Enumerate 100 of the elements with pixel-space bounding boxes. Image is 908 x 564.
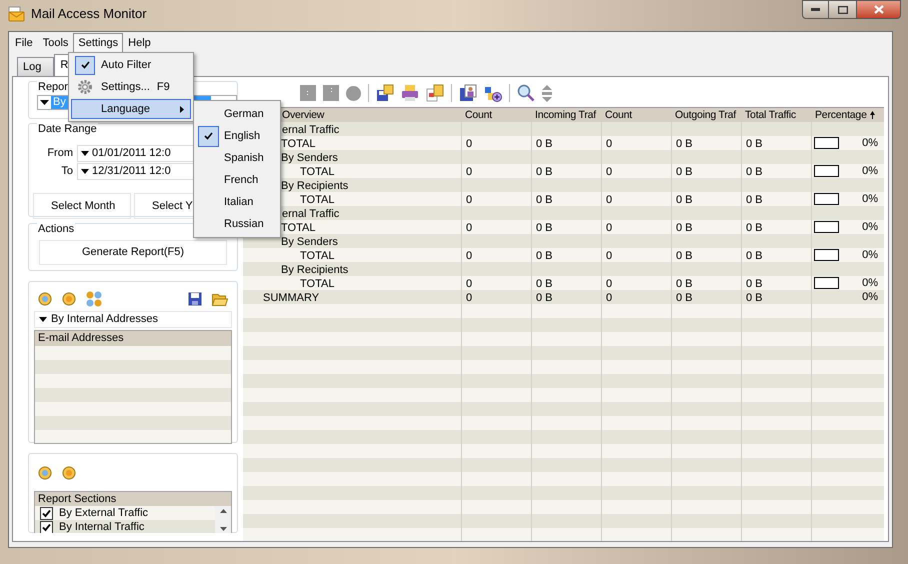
ring-icon[interactable]	[62, 292, 76, 306]
menu-entry[interactable]: Settings... F9	[71, 77, 191, 97]
printer-icon[interactable]	[401, 84, 419, 102]
circle-icon[interactable]	[346, 86, 361, 100]
table-cell: 0 B	[676, 194, 693, 206]
table-cell: 0 B	[746, 278, 763, 290]
column-header[interactable]: Count	[462, 108, 532, 122]
column-header[interactable]: Percentage	[812, 108, 884, 122]
menu-entry[interactable]: English	[196, 125, 278, 147]
table-cell: 0 B	[676, 292, 693, 304]
table-cell: 0%	[862, 192, 878, 206]
generate-report-button[interactable]: Generate Report(F5)	[39, 240, 227, 265]
group-label: Repor	[37, 80, 69, 94]
menu-item[interactable]: Tools	[38, 33, 74, 53]
group-label: Date Range	[37, 122, 98, 136]
tree-item[interactable]: By Senders	[281, 151, 338, 165]
table-cell: 0 B	[536, 194, 553, 206]
table-cell: 0 B	[536, 292, 553, 304]
table-cell: 0 B	[676, 250, 693, 262]
table-cell: 0 B	[676, 222, 693, 234]
menu-label: French	[224, 172, 258, 188]
minimize-icon	[811, 8, 820, 11]
menu-item[interactable]: File	[10, 33, 38, 53]
user-floppy-icon[interactable]	[459, 84, 477, 102]
table-cell: 0	[466, 250, 472, 262]
tree-item[interactable]: TOTAL	[281, 221, 316, 235]
table-cell: 0 B	[746, 222, 763, 234]
tree-item[interactable]: TOTAL	[300, 277, 334, 291]
close-button[interactable]	[856, 0, 901, 19]
dropdown-icon	[40, 100, 49, 105]
dotted-square-icon[interactable]	[323, 85, 339, 101]
table-cell: 0%	[862, 136, 878, 150]
table-cell: 0 B	[746, 292, 763, 304]
tree-item[interactable]: SUMMARY	[263, 291, 320, 305]
table-cell: 0 B	[536, 278, 553, 290]
column-header[interactable]: Count	[602, 108, 672, 122]
menu-label: Russian	[224, 216, 264, 232]
table-cell: 0 B	[536, 222, 553, 234]
table-cell: 0	[606, 166, 612, 178]
window-title: Mail Access Monitor	[31, 6, 147, 22]
menu-entry[interactable]: Language	[71, 99, 191, 119]
table-cell: 0	[466, 292, 472, 304]
tree-item[interactable]: ernal Traffic	[282, 123, 340, 137]
tree-item[interactable]: By Recipients	[281, 179, 348, 193]
tree-item[interactable]: By Recipients	[281, 263, 348, 277]
table-cell: 0	[606, 194, 612, 206]
scroll-down-icon[interactable]	[220, 527, 226, 531]
section-label: By External Traffic	[59, 506, 148, 520]
dropdown-icon	[81, 168, 89, 174]
minimize-button[interactable]	[802, 0, 829, 19]
add-icon[interactable]	[484, 84, 502, 102]
table-cell: 0 B	[676, 278, 693, 290]
ring-icon[interactable]	[62, 466, 76, 480]
tree-item[interactable]: TOTAL	[300, 165, 334, 179]
sort-arrows-icon[interactable]	[542, 84, 552, 102]
select-button[interactable]: Select Month	[33, 193, 131, 219]
table-cell: 0%	[862, 248, 878, 262]
tree-item[interactable]: By Senders	[281, 235, 338, 249]
menu-label: Settings...	[101, 80, 150, 95]
ring-icon[interactable]	[38, 466, 52, 480]
scrollbar[interactable]	[215, 506, 231, 533]
menu-label: Auto Filter	[101, 58, 152, 73]
save-icon[interactable]	[188, 292, 202, 306]
menu-label: Spanish	[224, 150, 264, 166]
ring-icon[interactable]	[38, 292, 52, 306]
tree-item[interactable]: TOTAL	[300, 193, 334, 207]
tree-item[interactable]: TOTAL	[281, 137, 316, 151]
table-cell: 0 B	[536, 138, 553, 150]
address-filter-combo[interactable]: By Internal Addresses	[34, 311, 232, 328]
document-icon[interactable]	[426, 84, 444, 102]
column-header[interactable]: Outgoing Traf	[672, 108, 742, 122]
column-header: E-mail Addresses	[35, 331, 231, 346]
column-header: Report Sections	[35, 492, 231, 506]
maximize-icon	[838, 6, 848, 14]
table-cell: 0	[466, 138, 472, 150]
folder-icon[interactable]	[212, 292, 228, 306]
scroll-up-icon[interactable]	[220, 509, 226, 513]
column-header[interactable]: Incoming Traf	[532, 108, 602, 122]
menu-label: English	[224, 128, 260, 144]
table-cell: 0 B	[536, 166, 553, 178]
checkbox[interactable]	[40, 506, 53, 520]
column-header[interactable]: Total Traffic	[742, 108, 812, 122]
table-cell: 0%	[862, 164, 878, 178]
tree-item[interactable]: ernal Traffic	[282, 207, 340, 221]
menu-entry[interactable]: Auto Filter	[71, 55, 191, 75]
search-icon[interactable]	[517, 84, 535, 102]
menu-item[interactable]: Settings	[73, 33, 124, 53]
floppy-note-icon[interactable]	[376, 84, 394, 102]
tree-item[interactable]: TOTAL	[300, 249, 334, 263]
table-cell: 0%	[862, 276, 878, 290]
dotted-square-icon[interactable]	[300, 85, 316, 101]
maximize-button[interactable]	[829, 0, 856, 19]
table-cell: 0 B	[676, 166, 693, 178]
dropdown-icon	[81, 150, 89, 156]
table-cell: 0%	[862, 220, 878, 234]
checkbox[interactable]	[40, 520, 53, 533]
menu-item[interactable]: Help	[123, 33, 156, 53]
table-cell: 0 B	[746, 166, 763, 178]
tab[interactable]: Log	[17, 57, 54, 76]
table-cell: 0 B	[536, 250, 553, 262]
